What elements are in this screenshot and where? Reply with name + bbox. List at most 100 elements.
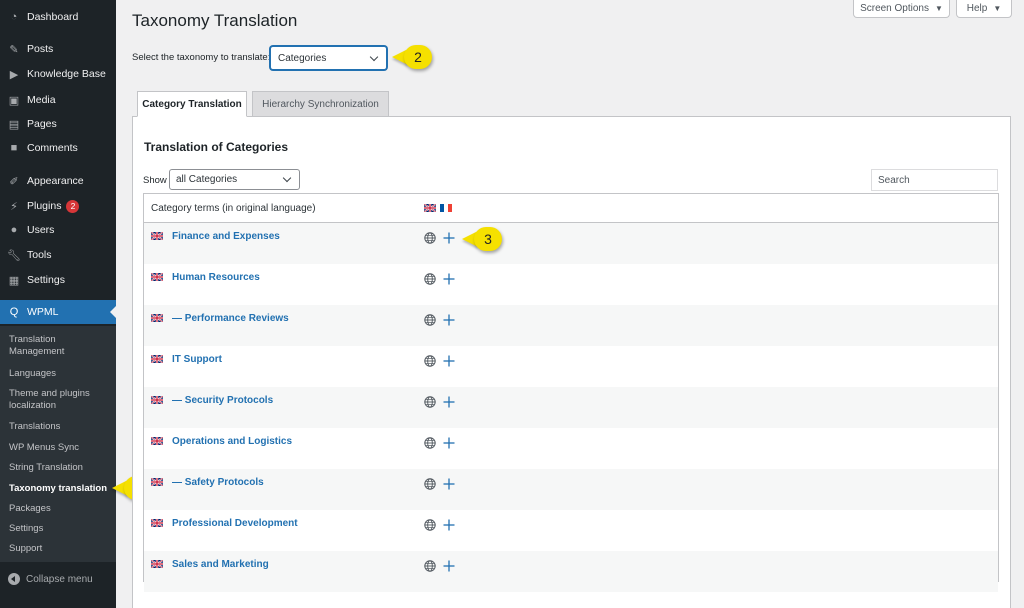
sidebar-item-label: Appearance bbox=[27, 175, 84, 187]
sidebar-item-users[interactable]: ● Users bbox=[0, 218, 116, 242]
table-row: Human Resources bbox=[144, 264, 998, 305]
sidebar-item-dashboard[interactable]: ◔ Dashboard bbox=[0, 5, 116, 29]
user-icon: ● bbox=[10, 224, 18, 236]
settings-icon: ▦ bbox=[8, 274, 20, 287]
submenu-item-translations[interactable]: Translations bbox=[9, 421, 109, 433]
globe-icon[interactable] bbox=[424, 273, 436, 285]
term-link[interactable]: — Safety Protocols bbox=[172, 477, 264, 488]
help-button[interactable]: Help ▼ bbox=[956, 0, 1012, 18]
uk-flag-icon bbox=[151, 560, 163, 568]
plugin-update-badge: 2 bbox=[66, 199, 80, 213]
table-row: — Performance Reviews bbox=[144, 305, 998, 346]
show-filter-value: all Categories bbox=[176, 174, 238, 185]
submenu-item-string-translation[interactable]: String Translation bbox=[9, 462, 109, 474]
globe-icon[interactable] bbox=[424, 437, 436, 449]
sidebar-item-label: WPML bbox=[27, 306, 59, 318]
submenu-item-support[interactable]: Support bbox=[9, 543, 109, 555]
add-translation-icon[interactable] bbox=[442, 436, 456, 450]
collapse-icon bbox=[8, 573, 20, 585]
sidebar-item-comments[interactable]: ■ Comments bbox=[0, 136, 116, 160]
submenu-item-wp-menus-sync[interactable]: WP Menus Sync bbox=[9, 442, 109, 454]
submenu-item-settings[interactable]: Settings bbox=[9, 523, 109, 535]
chevron-down-icon bbox=[282, 173, 292, 183]
add-translation-icon[interactable] bbox=[442, 313, 456, 327]
sidebar-item-label: Dashboard bbox=[27, 11, 79, 23]
callout-number: 3 bbox=[474, 227, 502, 251]
sidebar-item-label: Pages bbox=[27, 118, 57, 130]
callout-2: 2 bbox=[392, 45, 432, 69]
add-translation-icon[interactable] bbox=[442, 518, 456, 532]
column-header-terms: Category terms (in original language) bbox=[151, 203, 316, 214]
tab-category-translation[interactable]: Category Translation bbox=[137, 91, 247, 117]
add-translation-icon[interactable] bbox=[442, 231, 456, 245]
wpml-submenu: Translation Management Languages Theme a… bbox=[0, 326, 116, 562]
pin-icon: ✎ bbox=[9, 43, 19, 56]
uk-flag-icon bbox=[151, 273, 163, 281]
term-link[interactable]: Professional Development bbox=[172, 518, 298, 529]
sidebar-item-knowledge-base[interactable]: ▶ Knowledge Base bbox=[0, 62, 116, 86]
submenu-item-taxonomy-translation[interactable]: Taxonomy translation bbox=[9, 483, 109, 495]
table-header: Category terms (in original language) bbox=[144, 194, 998, 223]
sidebar-item-label: Media bbox=[27, 94, 56, 106]
sidebar-item-settings[interactable]: ▦ Settings bbox=[0, 268, 116, 292]
globe-icon[interactable] bbox=[424, 478, 436, 490]
sidebar-item-pages[interactable]: ▤ Pages bbox=[0, 112, 116, 136]
help-label: Help bbox=[966, 3, 988, 14]
sidebar-item-posts[interactable]: ✎ Posts bbox=[0, 37, 116, 61]
sidebar-item-label: Tools bbox=[27, 249, 52, 261]
globe-icon[interactable] bbox=[424, 519, 436, 531]
sidebar-item-label: Comments bbox=[27, 142, 78, 154]
callout-number: 2 bbox=[404, 45, 432, 69]
uk-flag-icon bbox=[151, 314, 163, 322]
wrench-icon: 🔧︎ bbox=[7, 249, 21, 262]
add-translation-icon[interactable] bbox=[442, 354, 456, 368]
caret-down-icon: ▼ bbox=[935, 4, 943, 13]
term-link[interactable]: Operations and Logistics bbox=[172, 436, 292, 447]
sidebar-item-label: Posts bbox=[27, 43, 54, 55]
submenu-item-theme-plugins-localization[interactable]: Theme and plugins localization bbox=[9, 388, 109, 412]
sidebar-item-wpml[interactable]: Q WPML bbox=[0, 300, 116, 324]
term-link[interactable]: Sales and Marketing bbox=[172, 559, 269, 570]
screen-options-button[interactable]: Screen Options ▼ bbox=[853, 0, 950, 18]
collapse-menu-label: Collapse menu bbox=[26, 573, 93, 585]
term-link[interactable]: — Security Protocols bbox=[172, 395, 273, 406]
term-link[interactable]: — Performance Reviews bbox=[172, 313, 289, 324]
pages-icon: ▤ bbox=[8, 118, 20, 131]
globe-icon[interactable] bbox=[424, 232, 436, 244]
sidebar-item-appearance[interactable]: ✐ Appearance bbox=[0, 169, 116, 193]
globe-icon[interactable] bbox=[424, 560, 436, 572]
globe-icon[interactable] bbox=[424, 314, 436, 326]
submenu-item-languages[interactable]: Languages bbox=[9, 368, 109, 380]
uk-flag-icon bbox=[424, 204, 436, 212]
add-translation-icon[interactable] bbox=[442, 395, 456, 409]
term-link[interactable]: Finance and Expenses bbox=[172, 231, 280, 242]
submenu-item-translation-management[interactable]: Translation Management bbox=[9, 334, 109, 358]
add-translation-icon[interactable] bbox=[442, 559, 456, 573]
wpml-icon: Q bbox=[9, 306, 19, 318]
megaphone-icon: ▶ bbox=[9, 68, 19, 81]
sidebar-item-label: Plugins bbox=[27, 200, 62, 212]
tab-hierarchy-synchronization[interactable]: Hierarchy Synchronization bbox=[252, 91, 389, 117]
table-row: Sales and Marketing bbox=[144, 551, 998, 592]
globe-icon[interactable] bbox=[424, 396, 436, 408]
term-link[interactable]: IT Support bbox=[172, 354, 222, 365]
sidebar-item-plugins[interactable]: ⚡ Plugins 2 bbox=[0, 194, 116, 218]
taxonomy-select-value: Categories bbox=[278, 52, 327, 64]
show-filter-select[interactable]: all Categories bbox=[169, 169, 300, 190]
add-translation-icon[interactable] bbox=[442, 477, 456, 491]
globe-icon[interactable] bbox=[424, 355, 436, 367]
sidebar-item-tools[interactable]: 🔧︎ Tools bbox=[0, 243, 116, 267]
current-menu-arrow bbox=[110, 306, 116, 318]
panel-title: Translation of Categories bbox=[144, 140, 289, 154]
sidebar-item-media[interactable]: ▣ Media bbox=[0, 88, 116, 112]
search-input[interactable] bbox=[871, 169, 998, 191]
uk-flag-icon bbox=[151, 478, 163, 486]
taxonomy-select[interactable]: Categories bbox=[270, 46, 387, 70]
uk-flag-icon bbox=[151, 519, 163, 527]
show-filter-label: Show bbox=[143, 175, 167, 186]
add-translation-icon[interactable] bbox=[442, 272, 456, 286]
term-link[interactable]: Human Resources bbox=[172, 272, 260, 283]
collapse-menu-button[interactable]: Collapse menu bbox=[0, 569, 116, 589]
submenu-item-packages[interactable]: Packages bbox=[9, 503, 109, 515]
terms-table: Category terms (in original language) Fi… bbox=[143, 193, 999, 592]
